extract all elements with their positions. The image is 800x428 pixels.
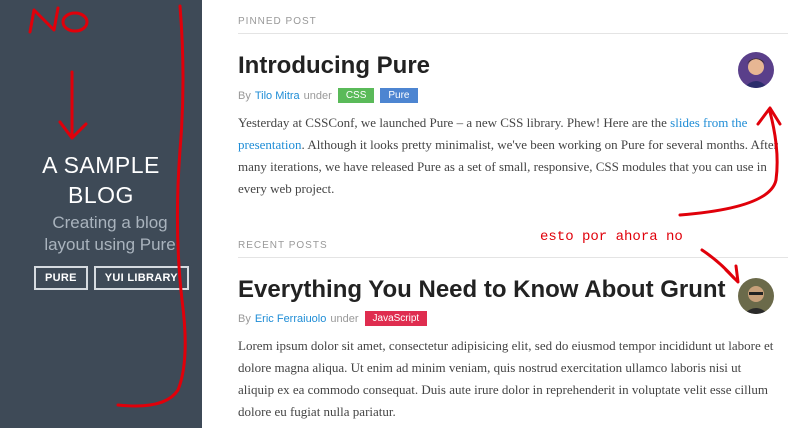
- arrow-to-recent-avatar-head: [724, 264, 740, 284]
- arrow-to-pinned-avatar: [678, 110, 779, 217]
- annotation-drawing: esto por ahora no: [28, 4, 782, 408]
- annotation-note: esto por ahora no: [540, 229, 683, 245]
- no-letter-o: [61, 11, 89, 33]
- bracket-curve: [116, 4, 187, 408]
- no-letter-n: [28, 6, 60, 34]
- arrow-to-pinned-avatar-head: [756, 106, 782, 126]
